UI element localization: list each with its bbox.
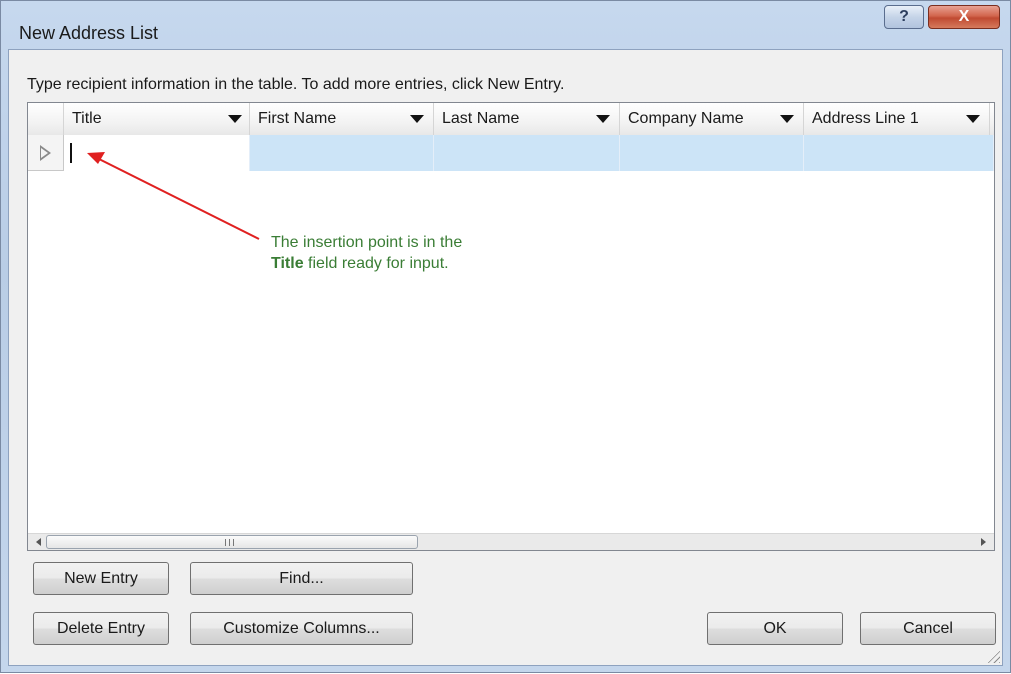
help-button[interactable]: ? [884,5,924,29]
cell-title[interactable] [64,135,250,171]
dialog-body: Type recipient information in the table.… [8,49,1003,666]
cell-last-name[interactable] [434,135,620,171]
delete-entry-button[interactable]: Delete Entry [33,612,169,645]
close-icon: X [958,8,970,25]
annotation-line-2: Title field ready for input. [271,253,462,274]
dropdown-arrow-icon[interactable] [780,115,794,123]
cell-address-line-1[interactable] [804,135,994,171]
cancel-button[interactable]: Cancel [860,612,996,645]
row-selector[interactable] [28,135,64,171]
annotation-callout: The insertion point is in the Title fiel… [271,232,462,274]
scroll-left-icon[interactable] [36,538,41,546]
resize-grip-icon[interactable] [986,649,1000,663]
column-header-label: Company Name [628,110,744,127]
table-header: Title First Name Last Name Company Name … [28,103,994,136]
dropdown-arrow-icon[interactable] [596,115,610,123]
horizontal-scrollbar[interactable] [28,533,994,550]
row-header-corner [28,103,64,135]
annotation-line-2-rest: field ready for input. [303,255,449,272]
column-header-title[interactable]: Title [64,103,250,135]
column-header-company-name[interactable]: Company Name [620,103,804,135]
column-header-label: Title [72,110,102,127]
title-bar[interactable]: New Address List ? X [1,1,1010,49]
insertion-point [70,143,72,163]
column-header-label: First Name [258,110,337,127]
thumb-grip-icon [225,539,237,546]
customize-columns-button[interactable]: Customize Columns... [190,612,413,645]
annotation-bold-word: Title [271,255,304,272]
column-header-last-name[interactable]: Last Name [434,103,620,135]
dropdown-arrow-icon[interactable] [410,115,424,123]
annotation-line-1: The insertion point is in the [271,234,463,251]
find-button[interactable]: Find... [190,562,413,595]
cell-company-name[interactable] [620,135,804,171]
column-header-address-line-1[interactable]: Address Line 1 [804,103,990,135]
cell-first-name[interactable] [250,135,434,171]
new-entry-button[interactable]: New Entry [33,562,169,595]
close-button[interactable]: X [928,5,1000,29]
table-row[interactable] [28,135,994,171]
column-header-label: Last Name [442,110,520,127]
new-address-list-dialog: New Address List ? X Type recipient info… [0,0,1011,673]
dialog-title: New Address List [19,23,159,43]
dropdown-arrow-icon[interactable] [966,115,980,123]
scrollbar-thumb[interactable] [46,535,418,549]
column-header-first-name[interactable]: First Name [250,103,434,135]
address-table[interactable]: Title First Name Last Name Company Name … [27,102,995,551]
dropdown-arrow-icon[interactable] [228,115,242,123]
ok-button[interactable]: OK [707,612,843,645]
scroll-right-icon[interactable] [981,538,986,546]
column-header-label: Address Line 1 [812,110,919,127]
help-icon: ? [899,8,909,25]
instruction-text: Type recipient information in the table.… [27,76,565,93]
